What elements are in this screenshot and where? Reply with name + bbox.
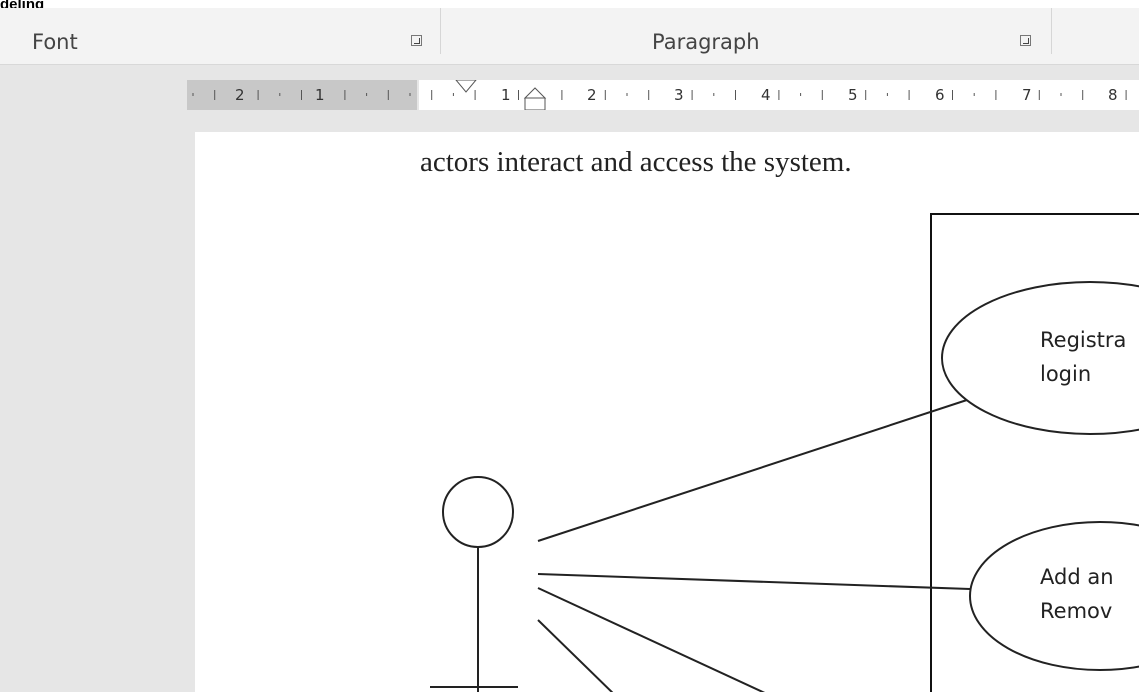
use-case-registration-label: Registra login (1040, 328, 1127, 386)
association-line (537, 397, 974, 542)
actor-head-icon (442, 476, 514, 548)
association-line (537, 573, 971, 590)
association-line (537, 619, 614, 692)
association-line (537, 587, 766, 692)
use-case-add-remove-label: Add an Remov (1040, 565, 1114, 623)
use-case-diagram (430, 0, 1143, 692)
